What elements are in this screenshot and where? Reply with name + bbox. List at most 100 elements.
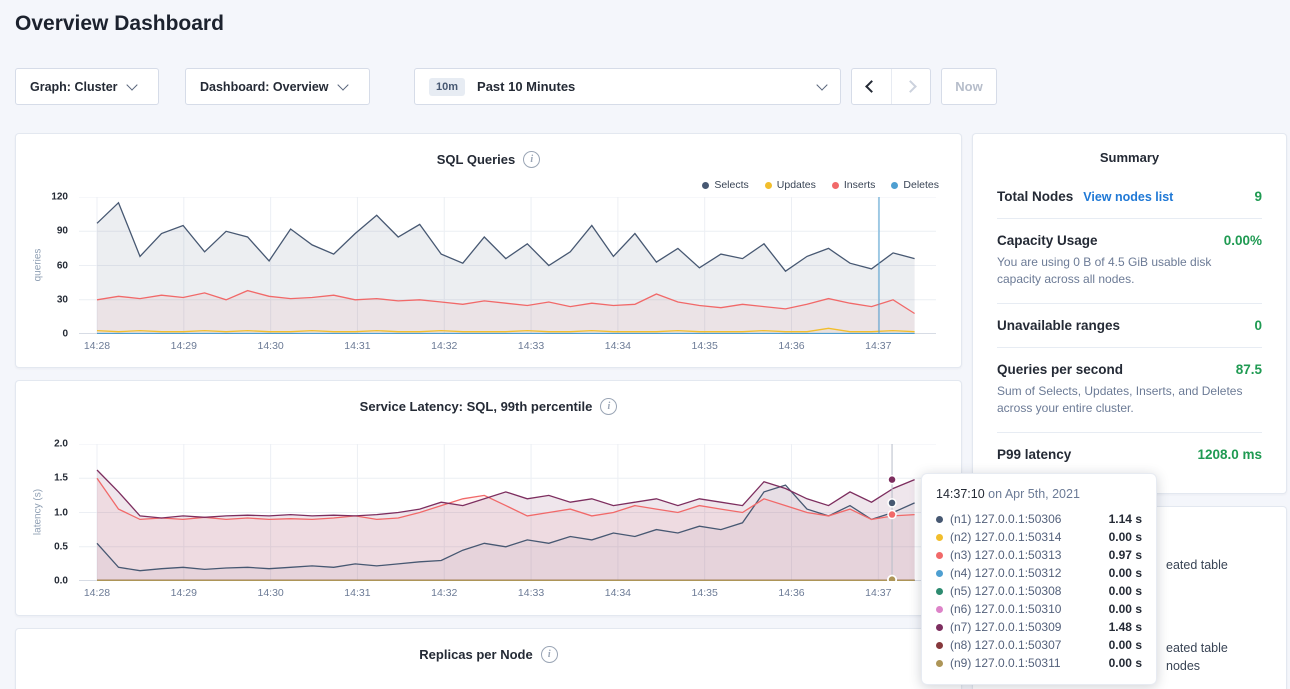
chart-title: Replicas per Node: [419, 647, 532, 662]
x-tick-label: 14:31: [344, 340, 370, 352]
y-tick-label: 2.0: [54, 439, 68, 450]
tooltip-date: on Apr 5th, 2021: [988, 487, 1080, 501]
x-tick-label: 14:28: [84, 340, 110, 352]
node-latency-value: 0.97 s: [1109, 548, 1142, 562]
chart-legend: Selects Updates Inserts Deletes: [702, 179, 939, 191]
node-latency-value: 0.00 s: [1109, 566, 1142, 580]
node-address: (n4) 127.0.0.1:50312: [950, 566, 1061, 580]
x-tick-label: 14:29: [171, 587, 197, 599]
node-latency-value: 0.00 s: [1109, 584, 1142, 598]
dashboard-dropdown[interactable]: Dashboard: Overview: [185, 68, 370, 105]
legend-label: Selects: [714, 179, 748, 191]
node-latency-value: 0.00 s: [1109, 656, 1142, 670]
y-tick-label: 90: [57, 226, 68, 237]
legend-item-updates[interactable]: Updates: [765, 179, 816, 191]
node-address: (n1) 127.0.0.1:50306: [950, 512, 1061, 526]
y-tick-label: 0.0: [54, 576, 68, 587]
x-tick-label: 14:35: [692, 587, 718, 599]
info-icon[interactable]: [523, 151, 540, 168]
legend-item-inserts[interactable]: Inserts: [832, 179, 876, 191]
tooltip-node-row: (n9) 127.0.0.1:503110.00 s: [936, 654, 1142, 672]
event-text-fragment: eated table: [1166, 558, 1228, 572]
time-range-picker[interactable]: 10m Past 10 Minutes: [414, 68, 841, 105]
node-address: (n2) 127.0.0.1:50314: [950, 530, 1061, 544]
summary-row-qps: Queries per second 87.5 Sum of Selects, …: [997, 348, 1262, 433]
y-axis-ticks: 0.00.51.01.52.0: [16, 444, 74, 581]
total-nodes-value: 9: [1254, 189, 1262, 204]
node-latency-value: 1.48 s: [1109, 620, 1142, 634]
x-tick-label: 14:35: [692, 340, 718, 352]
unavailable-ranges-label: Unavailable ranges: [997, 318, 1120, 333]
summary-panel: Summary Total Nodes View nodes list 9 Ca…: [972, 133, 1287, 494]
node-color-dot: [936, 516, 943, 523]
chart-title-row: Replicas per Node: [16, 629, 961, 663]
tooltip-rows: (n1) 127.0.0.1:503061.14 s(n2) 127.0.0.1…: [936, 510, 1142, 672]
tooltip-timestamp: 14:37:10 on Apr 5th, 2021: [936, 487, 1142, 501]
node-address: (n5) 127.0.0.1:50308: [950, 584, 1061, 598]
p99-latency-label: P99 latency: [997, 447, 1071, 462]
page-title: Overview Dashboard: [15, 12, 224, 36]
service-latency-plot[interactable]: [79, 444, 936, 581]
y-tick-label: 0.5: [54, 541, 68, 552]
node-color-dot: [936, 660, 943, 667]
y-tick-label: 1.0: [54, 507, 68, 518]
tooltip-node-row: (n7) 127.0.0.1:50309 1.48 s: [936, 618, 1142, 636]
sql-queries-card: SQL Queries SelectsUpdatesInsertsDeletes…: [15, 133, 962, 368]
chevron-down-icon: [816, 79, 827, 90]
x-tick-label: 14:34: [605, 587, 631, 599]
summary-row-p99: P99 latency 1208.0 ms: [997, 433, 1262, 476]
legend-label: Inserts: [844, 179, 876, 191]
node-color-dot: [936, 534, 943, 541]
time-next-button[interactable]: [891, 69, 931, 104]
chart-title: Service Latency: SQL, 99th percentile: [360, 399, 593, 414]
summary-title: Summary: [973, 134, 1286, 175]
y-tick-label: 30: [57, 294, 68, 305]
p99-latency-value: 1208.0 ms: [1197, 447, 1262, 462]
graph-dropdown-label: Graph: Cluster: [30, 80, 118, 94]
time-prev-button[interactable]: [852, 69, 891, 104]
tooltip-node-row: (n5) 127.0.0.1:50308 0.00 s: [936, 582, 1142, 600]
now-button-label: Now: [955, 79, 982, 94]
now-button[interactable]: Now: [941, 68, 997, 105]
info-icon[interactable]: [600, 398, 617, 415]
node-color-dot: [936, 552, 943, 559]
capacity-usage-desc: You are using 0 B of 4.5 GiB usable disk…: [997, 254, 1262, 289]
chart-title-row: Service Latency: SQL, 99th percentile: [16, 381, 961, 415]
y-tick-label: 0: [62, 329, 68, 340]
sql-queries-plot[interactable]: [79, 197, 936, 334]
node-address: (n7) 127.0.0.1:50309: [950, 620, 1061, 634]
info-icon[interactable]: [541, 646, 558, 663]
node-color-dot: [936, 588, 943, 595]
x-tick-label: 14:36: [778, 340, 804, 352]
chevron-left-icon: [865, 80, 878, 93]
summary-row-capacity: Capacity Usage 0.00% You are using 0 B o…: [997, 219, 1262, 304]
x-tick-label: 14:29: [171, 340, 197, 352]
legend-dot: [702, 182, 709, 189]
legend-item-deletes[interactable]: Deletes: [891, 179, 939, 191]
x-tick-label: 14:32: [431, 587, 457, 599]
x-tick-label: 14:33: [518, 340, 544, 352]
x-tick-label: 14:34: [605, 340, 631, 352]
time-nav-group: [851, 68, 931, 105]
graph-dropdown[interactable]: Graph: Cluster: [15, 68, 159, 105]
capacity-usage-value: 0.00%: [1224, 233, 1262, 248]
x-tick-label: 14:37: [865, 340, 891, 352]
node-latency-value: 0.00 s: [1109, 602, 1142, 616]
x-axis-ticks: 14:2814:2914:3014:3114:3214:3314:3414:35…: [79, 587, 936, 601]
node-color-dot: [936, 624, 943, 631]
view-nodes-list-link[interactable]: View nodes list: [1083, 190, 1173, 204]
node-address: (n3) 127.0.0.1:50313: [950, 548, 1061, 562]
node-color-dot: [936, 570, 943, 577]
chevron-right-icon: [904, 80, 917, 93]
chevron-down-icon: [337, 79, 348, 90]
legend-dot: [765, 182, 772, 189]
node-color-dot: [936, 642, 943, 649]
chevron-down-icon: [126, 79, 137, 90]
chart-hover-tooltip: 14:37:10 on Apr 5th, 2021 (n1) 127.0.0.1…: [921, 473, 1157, 685]
node-address: (n6) 127.0.0.1:50310: [950, 602, 1061, 616]
summary-row-total-nodes: Total Nodes View nodes list 9: [997, 175, 1262, 219]
y-axis-ticks: 0306090120: [16, 197, 74, 334]
tooltip-node-row: (n2) 127.0.0.1:503140.00 s: [936, 528, 1142, 546]
legend-item-selects[interactable]: Selects: [702, 179, 748, 191]
event-text-fragment: eated table: [1166, 641, 1228, 655]
